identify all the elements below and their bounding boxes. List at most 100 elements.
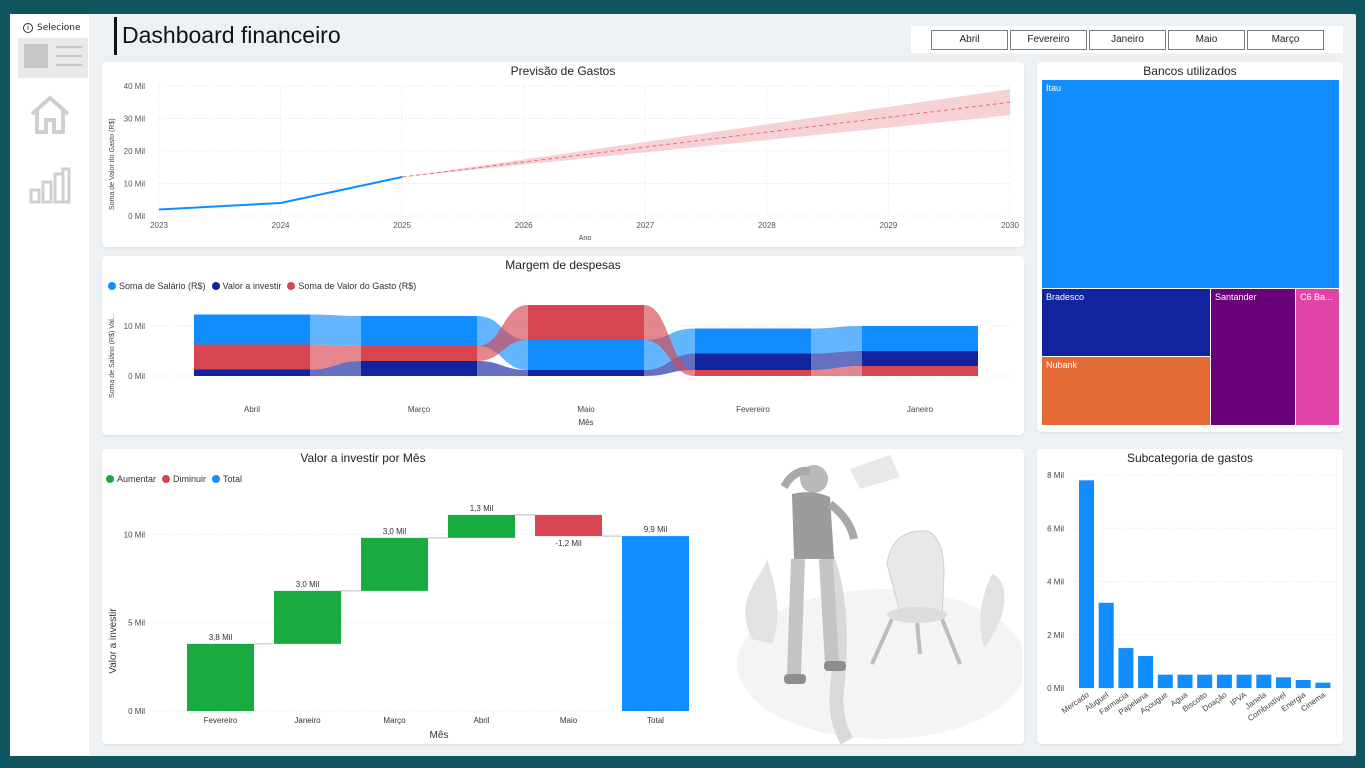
home-icon[interactable]	[28, 94, 72, 136]
y-tick-label: 2 Mil	[1047, 631, 1064, 640]
x-tick-label: Março	[408, 405, 431, 414]
title-accent-bar	[114, 17, 117, 55]
ribbon-bar	[695, 370, 811, 376]
month-button-fevereiro[interactable]: Fevereiro	[1010, 29, 1087, 50]
treemap-cell-itau[interactable]: Itau	[1042, 80, 1339, 288]
ribbon-bar	[695, 328, 811, 354]
thumbnail-line	[56, 55, 82, 57]
treemap-title: Bancos utilizados	[1143, 64, 1237, 78]
y-tick-label: 8 Mil	[1047, 471, 1064, 480]
month-button-maio[interactable]: Maio	[1168, 29, 1245, 50]
sidebar: i Selecione	[10, 14, 89, 756]
ribbon-flow	[310, 314, 361, 346]
x-tick-label: 2028	[758, 221, 776, 230]
waterfall-bar	[187, 643, 254, 711]
x-tick-label: Abril	[473, 716, 489, 725]
x-tick-label: Fevereiro	[736, 405, 770, 414]
subcat-bar	[1276, 677, 1291, 688]
x-tick-label: Janeiro	[294, 716, 321, 725]
select-label[interactable]: i Selecione	[23, 23, 80, 33]
month-button-janeiro[interactable]: Janeiro	[1089, 29, 1166, 50]
x-tick-label: 2030	[1001, 221, 1019, 230]
waterfall-bar	[274, 590, 341, 644]
y-tick-label: 40 Mil	[124, 82, 146, 91]
subcat-bar	[1256, 674, 1272, 688]
x-tick-label: 2025	[393, 221, 411, 230]
month-slicer: Abril Fevereiro Janeiro Maio Março	[911, 26, 1343, 53]
actual-line	[158, 176, 403, 211]
subcat-bar	[1098, 602, 1114, 688]
x-tick-label: Total	[647, 716, 664, 725]
info-icon: i	[23, 23, 33, 33]
treemap-cell-bradesco[interactable]: Bradesco	[1042, 289, 1210, 356]
waterfall-xlabel: Mês	[430, 730, 449, 741]
treemap-cell-nubank[interactable]: Nubank	[1042, 357, 1210, 425]
x-tick-label: Maio	[560, 716, 578, 725]
treemap-cell-santander[interactable]: Santander	[1211, 289, 1295, 425]
x-tick-label: Fevereiro	[204, 716, 238, 725]
y-tick-label: 10 Mil	[124, 180, 146, 189]
subcat-bar	[1197, 674, 1213, 688]
x-tick-label: Março	[383, 716, 406, 725]
y-tick-label: 10 Mil	[124, 322, 146, 331]
waterfall-bar	[361, 537, 428, 591]
ribbon-bar	[194, 314, 310, 345]
ribbon-bar	[194, 344, 310, 370]
ribbon-flow	[811, 326, 862, 354]
forecast-chart: Soma de Valor do Gasto (R$) Ano 0 Mil 10 …	[109, 82, 1019, 242]
ribbon-ylabel: Soma de Salário (R$) Val...	[109, 313, 116, 398]
y-tick-label: 0 Mil	[128, 212, 145, 221]
x-tick-label: 2023	[150, 221, 168, 230]
waterfall-bar	[535, 514, 602, 537]
subcat-bar	[1295, 680, 1311, 688]
forecast-xlabel: Ano	[579, 235, 592, 242]
bar-chart-icon[interactable]	[28, 166, 72, 204]
x-tick-label: 2027	[636, 221, 654, 230]
month-button-marco[interactable]: Março	[1247, 29, 1324, 50]
data-label: -1,2 Mil	[555, 539, 581, 548]
thumbnail-line	[56, 64, 82, 66]
waterfall-ylabel: Valor a investir	[108, 608, 119, 674]
y-tick-label: 0 Mil	[1047, 684, 1064, 693]
ribbon-bar	[528, 370, 644, 376]
y-tick-label: 20 Mil	[124, 147, 146, 156]
person-illustration	[737, 455, 1022, 744]
waterfall-bar	[448, 514, 515, 538]
ribbon-bar	[528, 305, 644, 340]
ribbon-bar	[361, 361, 477, 376]
month-button-abril[interactable]: Abril	[931, 29, 1008, 50]
ribbon-bar	[862, 366, 978, 376]
x-tick-label: 2024	[272, 221, 290, 230]
subcat-bar	[1079, 480, 1094, 688]
ribbon-bar	[194, 369, 310, 376]
data-label: 1,3 Mil	[470, 504, 494, 513]
ribbon-bar	[528, 340, 644, 370]
data-label: 3,8 Mil	[209, 633, 233, 642]
forecast-line	[402, 101, 1011, 178]
treemap-cell-c6[interactable]: C6 Ba...	[1296, 289, 1339, 425]
waterfall-bar	[622, 536, 689, 711]
ribbon-chart: Soma de Salário (R$) Val... Mês 0 Mil 10 …	[109, 305, 1012, 427]
ribbon-bar	[695, 353, 811, 370]
thumbnail-square	[24, 44, 48, 68]
subcat-bar	[1177, 674, 1193, 688]
subcat-bar	[1157, 674, 1173, 688]
x-tick-label: 2029	[880, 221, 898, 230]
forecast-card: Previsão de Gastos Soma de Valor do Gast…	[102, 62, 1024, 247]
waterfall-chart: Valor a investir Mês 0 Mil 5 Mil 10 Mil 3,8…	[108, 504, 702, 741]
subcat-chart: 0 Mil2 Mil4 Mil6 Mil8 MilMercadoAluguelF…	[1047, 471, 1337, 723]
forecast-band	[402, 89, 1011, 177]
x-tick-label: Janeiro	[907, 405, 934, 414]
page-thumbnail[interactable]	[18, 38, 88, 78]
subcat-bar	[1138, 656, 1154, 688]
y-tick-label: 0 Mil	[128, 372, 145, 381]
page-title: Dashboard financeiro	[122, 22, 341, 48]
y-tick-label: 4 Mil	[1047, 578, 1064, 587]
thumbnail-line	[56, 46, 82, 48]
ribbon-xlabel: Mês	[578, 418, 593, 427]
select-text: Selecione	[37, 23, 81, 33]
y-tick-label: 0 Mil	[128, 707, 145, 716]
subcat-bar	[1315, 682, 1331, 688]
ribbon-bar	[862, 351, 978, 366]
y-tick-label: 30 Mil	[124, 115, 146, 124]
